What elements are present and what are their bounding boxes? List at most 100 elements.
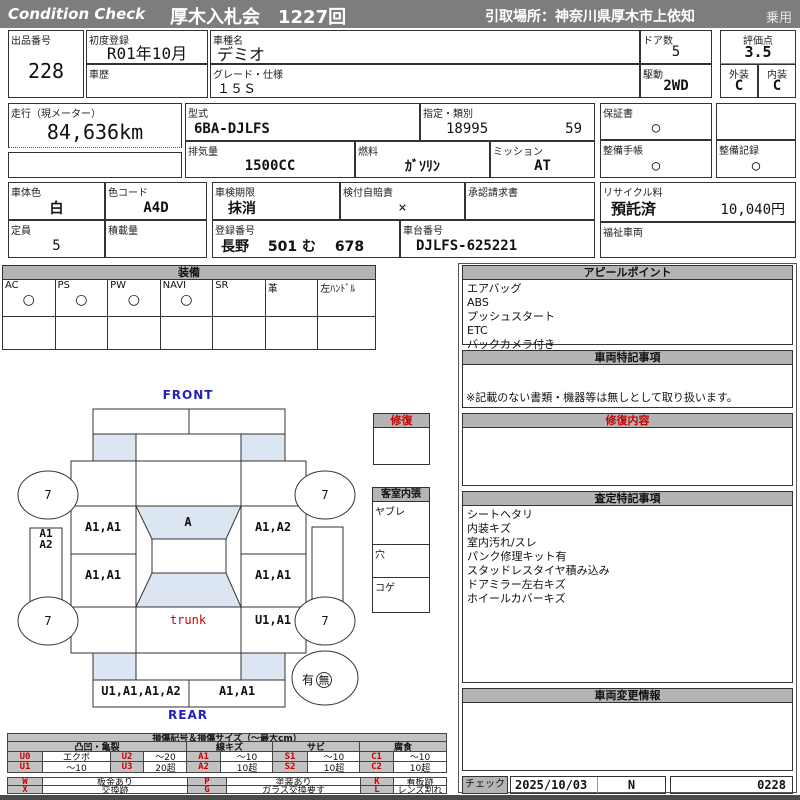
rear-window-shape <box>135 572 242 608</box>
load-value <box>106 234 206 257</box>
assessment-line: スタッドレスタイヤ積み込み <box>467 564 610 577</box>
exterior-grade-cell: 外装 C <box>720 64 758 98</box>
equipment-col-ac: AC ○ <box>3 280 56 316</box>
approval-value <box>466 196 594 219</box>
equipment-col-ps: PS ○ <box>56 280 109 316</box>
tire-tread-rear-right: 7 <box>321 614 329 628</box>
check-label: チェック <box>462 776 508 794</box>
equipment-label: NAVI <box>162 280 187 291</box>
appeal-panel: アピールポイント エアバッグ ABS プッシュスタート ETC バックカメラ付き <box>462 265 793 351</box>
repair-mini-title: 修復 <box>374 414 429 428</box>
warranty-cell: 保証書 ○ <box>600 103 712 140</box>
maintenance-book-mark: ○ <box>651 157 661 174</box>
damage-rear-bumper-right: A1,A1 <box>218 684 256 698</box>
transmission-value: AT <box>534 158 551 174</box>
damage-windshield: A <box>184 515 192 529</box>
pickup-place: 引取場所：神奈川県厚木市上依知 <box>485 9 695 25</box>
legend-desc: ～10 <box>42 761 111 773</box>
plate-value: 長野 501 む 678 <box>221 238 365 255</box>
damage-left-mirror-line2: A2 <box>39 538 53 551</box>
equipment-row-empty <box>3 317 375 350</box>
equipment-table: 装備 AC ○ PS ○ PW ○ NAVI ○ SR 革 左ﾊﾝﾄﾞﾙ <box>2 265 376 350</box>
assessment-line: ドアミラー左右キズ <box>467 578 566 591</box>
assessment-lines: シートヘタリ 内装キズ 室内汚れ/スレ パンク修理キット有 スタッドレスタイヤ積… <box>463 506 792 608</box>
chassis-value: DJLFS-625221 <box>416 237 518 254</box>
legend-code: X <box>7 785 43 794</box>
assessment-line: 室内汚れ/スレ <box>467 536 537 549</box>
equipment-label: PS <box>57 280 70 291</box>
body-color-cell: 車体色 白 <box>8 182 105 220</box>
legend-code: S2 <box>272 761 308 773</box>
welfare-value <box>601 236 795 257</box>
load-cell: 積載量 <box>105 220 207 258</box>
legend-desc: 交換跡 <box>42 785 188 794</box>
transmission-cell: ミッション AT <box>490 141 595 178</box>
damage-left-mirror: A1 A2 <box>39 528 52 550</box>
assessment-line: パンク修理キット有 <box>467 550 567 563</box>
maintenance-book-cell: 整備手帳 ○ <box>600 140 712 178</box>
tire-tread-front-left: 7 <box>44 488 52 502</box>
roof-shape <box>151 538 227 574</box>
vehicle-notes-panel: 車両特記事項 ※記載のない書類・機器等は無しとして取り扱います。 <box>462 350 793 408</box>
equipment-col-navi: NAVI ○ <box>161 280 214 316</box>
legend-code: U1 <box>7 761 43 773</box>
drive-cell: 駆動 2WD <box>640 64 712 98</box>
trunk-label: trunk <box>169 613 207 627</box>
equipment-col-leather: 革 <box>266 280 319 316</box>
warranty-empty-cell <box>716 103 796 140</box>
maintenance-record-mark: ○ <box>751 157 761 174</box>
equipment-label: 左ﾊﾝﾄﾞﾙ <box>320 284 356 295</box>
grade-value: １５Ｓ <box>217 82 257 97</box>
front-left-fender-shape <box>92 433 137 462</box>
appeal-line: プッシュスタート <box>467 310 555 323</box>
cabin-row-burn: コゲ <box>375 583 395 594</box>
front-label: FRONT <box>162 388 214 402</box>
first-reg-cell: 初度登録 R01年10月 <box>86 30 208 64</box>
assessment-panel: 査定特記事項 シートヘタリ 内装キズ 室内汚れ/スレ パンク修理キット有 スタッ… <box>462 491 793 683</box>
equipment-label: SR <box>215 280 229 291</box>
model-code-cell: 型式 6BA-DJLFS <box>185 103 420 141</box>
first-reg-value: R01年10月 <box>106 44 188 63</box>
repair-detail-title: 修復内容 <box>463 414 792 428</box>
equipment-title: 装備 <box>3 266 375 280</box>
spare-no-label-circled: 無 <box>316 671 333 688</box>
score-value: 3.5 <box>744 43 772 61</box>
appeal-line: ABS <box>467 296 489 309</box>
vehicle-notes-note: ※記載のない書類・機器等は無しとして取り扱います。 <box>466 391 738 404</box>
fuel-value: ｶﾞｿﾘﾝ <box>405 159 440 175</box>
inspection-cell: 車検期限 抹消 <box>212 182 340 220</box>
equipment-row-marks: AC ○ PS ○ PW ○ NAVI ○ SR 革 左ﾊﾝﾄﾞﾙ <box>3 280 375 317</box>
equipment-col-lhd: 左ﾊﾝﾄﾞﾙ <box>318 280 375 316</box>
legend-code: U3 <box>110 761 144 773</box>
legend-code: A2 <box>186 761 221 773</box>
cabin-row-tear: ヤブレ <box>373 502 429 545</box>
equipment-mark: ○ <box>127 292 140 308</box>
repair-mini-box: 修復 <box>373 413 430 465</box>
doors-value: 5 <box>671 43 681 60</box>
spare-yes-label: 有 <box>302 673 315 687</box>
tire-tread-front-right: 7 <box>321 488 329 502</box>
equipment-col-pw: PW ○ <box>108 280 161 316</box>
legend-desc: レンズ割れ <box>393 785 447 794</box>
maintenance-record-cell: 整備記録 ○ <box>716 140 796 178</box>
equipment-label: AC <box>5 280 19 291</box>
appeal-line: ETC <box>467 324 488 337</box>
assessment-line: ホイールカバーキズ <box>467 592 566 605</box>
score-cell: 評価点 3.5 <box>720 30 796 64</box>
damage-right-rear-door: A1,A1 <box>254 568 292 582</box>
bottom-divider <box>0 795 800 800</box>
color-code-cell: 色コード A4D <box>105 182 207 220</box>
exterior-value: C <box>734 78 744 94</box>
equipment-col-sr: SR <box>213 280 266 316</box>
legend-desc: ガラス交換要す <box>226 785 361 794</box>
drive-value: 2WD <box>663 77 689 94</box>
mileage-cell: 走行（現メーター） 84,636km <box>8 103 182 148</box>
mileage-value: 84,636km <box>46 119 144 144</box>
chassis-cell: 車台番号 DJLFS-625221 <box>400 220 595 258</box>
condition-check-sheet: Condition Check 厚木入札会 1227回 引取場所：神奈川県厚木市… <box>0 0 800 800</box>
legend-desc: 10超 <box>307 761 361 773</box>
model-value: デミオ <box>217 44 266 64</box>
check-date-cell: 2025/10/03 N <box>510 776 666 794</box>
interior-value: C <box>772 78 782 94</box>
history-value <box>87 78 207 97</box>
